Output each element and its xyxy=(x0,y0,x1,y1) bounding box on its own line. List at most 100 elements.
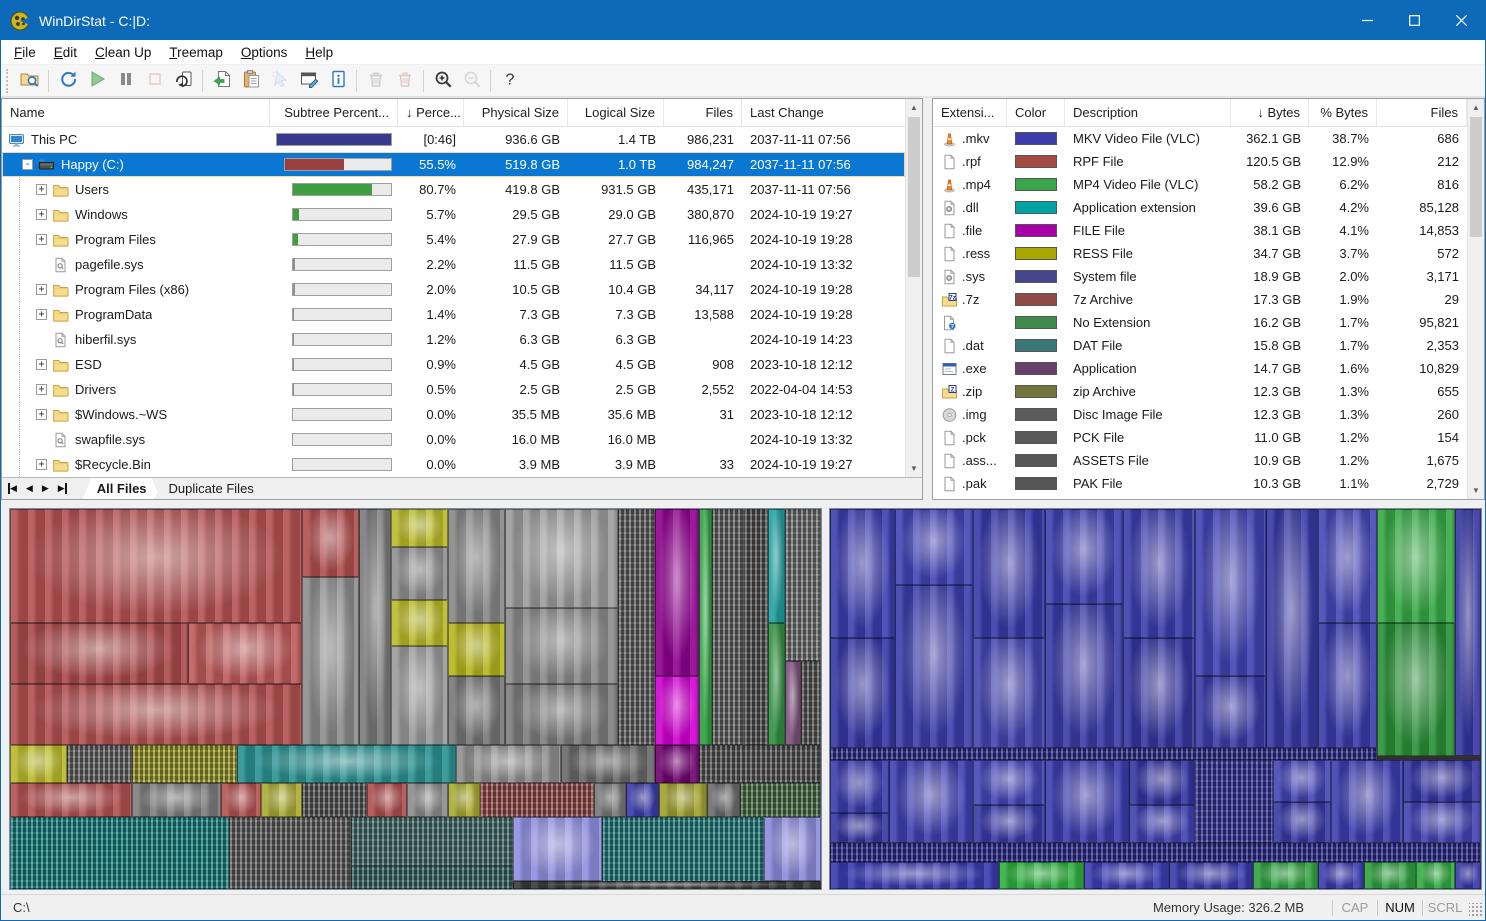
column-header-subtree-percent[interactable]: Subtree Percent... xyxy=(270,99,398,126)
table-row[interactable]: +Program Files5.4%27.9 GB27.7 GB116,9652… xyxy=(2,227,905,252)
scrollbar-thumb[interactable] xyxy=(1470,117,1482,237)
column-header-physical-size[interactable]: Physical Size xyxy=(464,99,568,126)
extension-row[interactable]: .sysSystem file18.9 GB2.0%3,171 xyxy=(933,265,1467,288)
column-header-description[interactable]: Description xyxy=(1065,99,1231,126)
treemap-cell[interactable] xyxy=(132,783,221,817)
menu-item-edit[interactable]: Edit xyxy=(45,42,86,63)
treemap-cell[interactable] xyxy=(973,805,1045,843)
table-row[interactable]: +Windows5.7%29.5 GB29.0 GB380,8702024-10… xyxy=(2,202,905,227)
scroll-up-icon[interactable]: ▲ xyxy=(1468,99,1484,116)
toolbar-grip[interactable] xyxy=(6,69,12,93)
treemap-cell[interactable] xyxy=(707,783,739,817)
column-header-color[interactable]: Color xyxy=(1007,99,1065,126)
extension-row[interactable]: .pckPCK File11.0 GB1.2%154 xyxy=(933,426,1467,449)
minimize-button[interactable] xyxy=(1344,1,1391,40)
resume-button[interactable] xyxy=(82,67,111,94)
treemap-cell[interactable] xyxy=(1377,509,1455,623)
menu-item-file[interactable]: File xyxy=(5,42,45,63)
expand-icon[interactable]: + xyxy=(36,184,47,195)
zoom-out-button[interactable] xyxy=(457,67,486,94)
column-header-bytes[interactable]: ↓ Bytes xyxy=(1231,99,1309,126)
expand-icon[interactable]: + xyxy=(36,359,47,370)
treemap-cell[interactable] xyxy=(626,783,658,817)
treemap-cell[interactable] xyxy=(655,676,700,744)
treemap-cell[interactable] xyxy=(229,817,351,889)
open-button[interactable] xyxy=(15,67,44,94)
treemap-cell[interactable] xyxy=(448,783,480,817)
table-row[interactable]: +Users80.7%419.8 GB931.5 GB435,1712037-1… xyxy=(2,177,905,202)
treemap-cell[interactable] xyxy=(1084,862,1169,889)
table-row[interactable]: +ESD0.9%4.5 GB4.5 GB9082023-10-18 12:12 xyxy=(2,352,905,377)
treemap-cell[interactable] xyxy=(302,577,359,744)
treemap-cell[interactable] xyxy=(1266,509,1318,748)
table-row[interactable]: hiberfil.sys1.2%6.3 GB6.3 GB2024-10-19 1… xyxy=(2,327,905,352)
treemap-cell[interactable] xyxy=(1045,604,1123,748)
treemap-cell[interactable] xyxy=(1123,638,1195,748)
treemap-cell[interactable] xyxy=(830,813,889,843)
treemap-cell[interactable] xyxy=(830,760,889,813)
treemap-cell[interactable] xyxy=(999,862,1084,889)
column-header-perce[interactable]: ↓ Perce... xyxy=(398,99,464,126)
expand-icon[interactable]: + xyxy=(36,384,47,395)
treemap-cell[interactable] xyxy=(699,509,711,745)
treemap-cell[interactable] xyxy=(655,745,700,783)
properties-button[interactable] xyxy=(323,67,352,94)
column-header-logical-size[interactable]: Logical Size xyxy=(568,99,664,126)
treemap-cell[interactable] xyxy=(1403,802,1481,844)
treemap-cell[interactable] xyxy=(602,817,764,889)
treemap-cell[interactable] xyxy=(261,783,302,817)
treemap-cell[interactable] xyxy=(505,684,619,745)
treemap-cell[interactable] xyxy=(351,866,513,889)
treemap-cell[interactable] xyxy=(785,509,821,661)
table-row[interactable]: swapfile.sys0.0%16.0 MB16.0 MB2024-10-19… xyxy=(2,427,905,452)
tab-prev-button[interactable]: ◀ xyxy=(26,483,33,494)
treemap-cell[interactable] xyxy=(830,638,895,748)
treemap-cell[interactable] xyxy=(10,745,67,783)
zoom-in-button[interactable] xyxy=(428,67,457,94)
extension-row[interactable]: ?No Extension16.2 GB1.7%95,821 xyxy=(933,311,1467,334)
treemap-cell[interactable] xyxy=(594,783,626,817)
stop-button[interactable] xyxy=(140,67,169,94)
menu-item-clean-up[interactable]: Clean Up xyxy=(86,42,160,63)
treemap-cell[interactable] xyxy=(1318,862,1364,889)
column-header-name[interactable]: Name xyxy=(2,99,270,126)
extension-row[interactable]: .exeApplication14.7 GB1.6%10,829 xyxy=(933,357,1467,380)
treemap-cell[interactable] xyxy=(973,638,1045,748)
treemap-cell[interactable] xyxy=(973,509,1045,638)
treemap-cell[interactable] xyxy=(448,623,505,676)
treemap-cell[interactable] xyxy=(359,509,391,745)
extension-row[interactable]: .rpfRPF File120.5 GB12.9%212 xyxy=(933,150,1467,173)
treemap-cell[interactable] xyxy=(830,748,1377,759)
treemap-cell[interactable] xyxy=(830,843,1481,862)
treemap-cell[interactable] xyxy=(1273,760,1332,802)
treemap-cell[interactable] xyxy=(618,509,654,745)
treemap-cell[interactable] xyxy=(391,509,448,547)
tab-all-files[interactable]: All Files xyxy=(83,478,161,499)
tab-duplicate-files[interactable]: Duplicate Files xyxy=(155,478,268,499)
treemap-cell[interactable] xyxy=(1195,509,1267,676)
treemap-cell[interactable] xyxy=(699,745,821,783)
table-row[interactable]: +Program Files (x86)2.0%10.5 GB10.4 GB34… xyxy=(2,277,905,302)
scrollbar-thumb[interactable] xyxy=(908,117,920,277)
expand-icon[interactable]: + xyxy=(36,209,47,220)
extension-row[interactable]: .pakPAK File10.3 GB1.1%2,729 xyxy=(933,472,1467,495)
treemap-cell[interactable] xyxy=(1195,676,1267,748)
extension-scrollbar[interactable]: ▲ ▼ xyxy=(1467,99,1484,499)
treemap-cell[interactable] xyxy=(505,509,619,608)
column-header-last-change[interactable]: Last Change xyxy=(742,99,906,126)
refresh-selected-button[interactable] xyxy=(169,67,198,94)
treemap-cell[interactable] xyxy=(513,817,602,882)
treemap-cell[interactable] xyxy=(448,676,505,744)
treemap-cell[interactable] xyxy=(740,783,821,817)
treemap-cell[interactable] xyxy=(10,783,132,817)
treemap-cell[interactable] xyxy=(801,661,821,745)
treemap-cell[interactable] xyxy=(407,783,448,817)
treemap-cell[interactable] xyxy=(480,783,594,817)
treemap-cell[interactable] xyxy=(1129,760,1194,806)
column-header-files[interactable]: Files xyxy=(664,99,742,126)
treemap-cell[interactable] xyxy=(1455,509,1481,756)
tab-next-button[interactable]: ▶ xyxy=(42,483,49,494)
treemap-cell[interactable] xyxy=(302,509,359,577)
scroll-up-icon[interactable]: ▲ xyxy=(906,99,922,116)
expand-icon[interactable]: + xyxy=(36,309,47,320)
